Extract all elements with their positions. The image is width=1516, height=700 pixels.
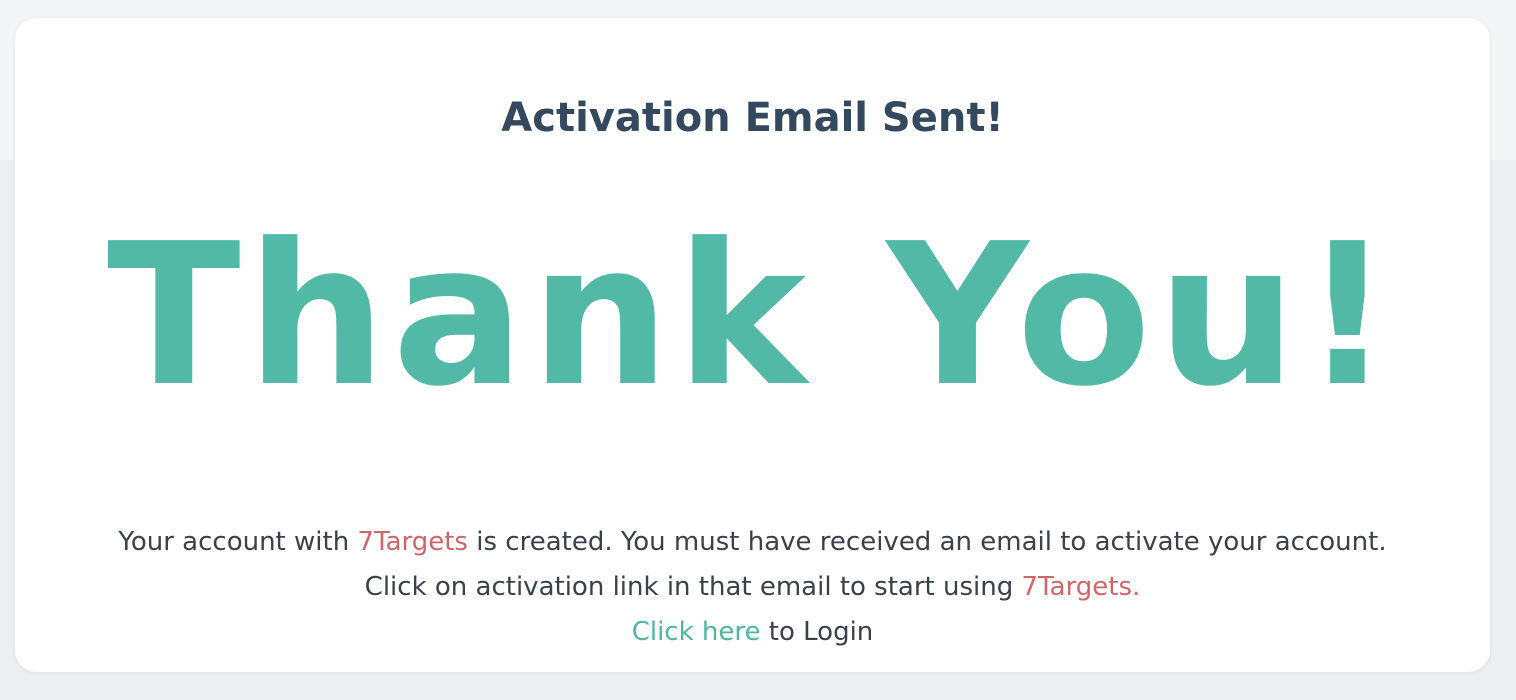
message-text: Click on activation link in that email t…: [364, 572, 1022, 602]
login-line: Click here to Login: [15, 610, 1490, 655]
confirmation-card: Activation Email Sent! Thank You! Your a…: [15, 18, 1490, 672]
message-line-1: Your account with 7Targets is created. Y…: [15, 520, 1490, 565]
activation-message: Your account with 7Targets is created. Y…: [15, 520, 1490, 655]
login-text: to Login: [760, 617, 874, 647]
message-text: is created. You must have received an em…: [467, 527, 1387, 557]
thank-you-hero-text: Thank You!: [106, 202, 1399, 430]
page-title: Activation Email Sent!: [501, 95, 1004, 141]
message-line-2: Click on activation link in that email t…: [15, 565, 1490, 610]
brand-name: 7Targets.: [1021, 572, 1141, 602]
login-link[interactable]: Click here: [632, 617, 761, 647]
message-text: Your account with: [118, 527, 358, 557]
brand-name: 7Targets: [357, 527, 468, 557]
